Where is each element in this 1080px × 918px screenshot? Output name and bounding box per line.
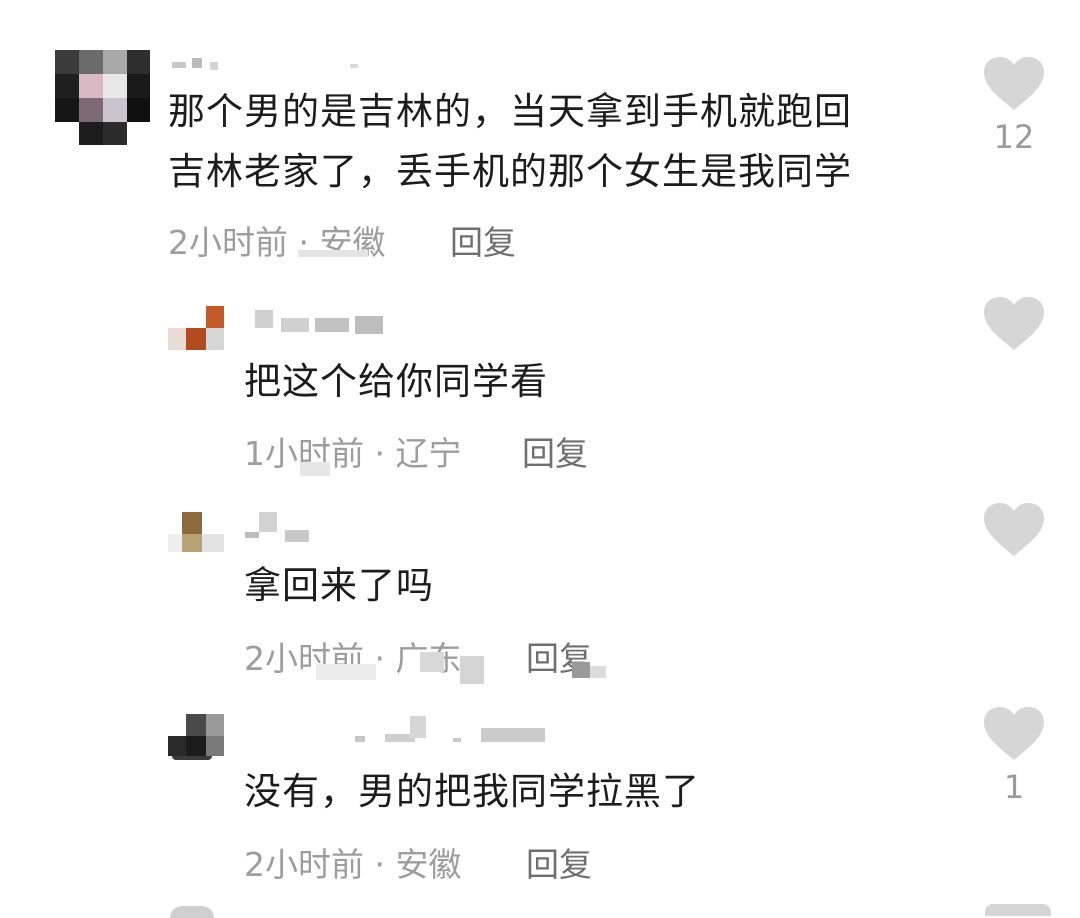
comment-text: 把这个给你同学看 [244, 352, 944, 412]
comment-text-line: 那个男的是吉林的，当天拿到手机就跑回 [168, 90, 852, 133]
like-button[interactable]: 1 [979, 706, 1049, 806]
comment-location: 安徽 [395, 845, 462, 884]
reply-item: 把这个给你同学看 1小时前 · 辽宁 回复 [0, 290, 1080, 490]
like-count: 1 [1003, 768, 1025, 806]
avatar[interactable] [170, 906, 214, 918]
meta-separator: · [364, 845, 396, 884]
heart-icon[interactable] [985, 904, 1051, 916]
reply-button[interactable]: 回复 [526, 838, 592, 886]
comment-meta: 2小时前 · 安徽 [244, 838, 461, 886]
comment-text: 那个男的是吉林的，当天拿到手机就跑回 吉林老家了，丢手机的那个女生是我同学 [168, 82, 948, 202]
avatar[interactable] [168, 306, 224, 350]
username[interactable] [245, 512, 325, 542]
comment-text-line: 拿回来了吗 [244, 564, 434, 607]
comment-location: 辽宁 [395, 434, 462, 473]
username[interactable] [245, 308, 405, 338]
comment-time: 2小时前 [244, 845, 364, 884]
heart-icon [984, 57, 1044, 110]
heart-icon [984, 503, 1044, 556]
like-button[interactable]: 12 [979, 56, 1049, 156]
username[interactable] [170, 50, 360, 80]
like-count: 12 [993, 118, 1035, 156]
meta-separator: · [364, 434, 396, 473]
comment-text-line: 把这个给你同学看 [244, 360, 548, 403]
avatar[interactable] [168, 714, 224, 760]
username[interactable] [245, 712, 555, 742]
heart-icon [984, 707, 1044, 760]
like-button[interactable] [979, 502, 1049, 564]
reply-button[interactable]: 回复 [522, 427, 588, 475]
comment-item: 那个男的是吉林的，当天拿到手机就跑回 吉林老家了，丢手机的那个女生是我同学 2小… [0, 0, 1080, 280]
comment-time: 2小时前 [168, 223, 288, 262]
comment-text: 没有，男的把我同学拉黑了 [244, 762, 944, 822]
comment-text-line: 吉林老家了，丢手机的那个女生是我同学 [168, 150, 852, 193]
heart-icon [984, 297, 1044, 350]
reply-item: 没有，男的把我同学拉黑了 2小时前 · 安徽 回复 1 [0, 700, 1080, 905]
comment-meta: 1小时前 · 辽宁 [244, 427, 461, 475]
comment-text-line: 没有，男的把我同学拉黑了 [244, 770, 700, 813]
reply-item: 拿回来了吗 2小时前 · 广东 回复 [0, 496, 1080, 696]
reply-button[interactable]: 回复 [450, 216, 516, 264]
avatar[interactable] [168, 512, 224, 552]
like-button[interactable] [979, 296, 1049, 358]
avatar[interactable] [55, 50, 150, 145]
comment-text: 拿回来了吗 [244, 556, 944, 616]
